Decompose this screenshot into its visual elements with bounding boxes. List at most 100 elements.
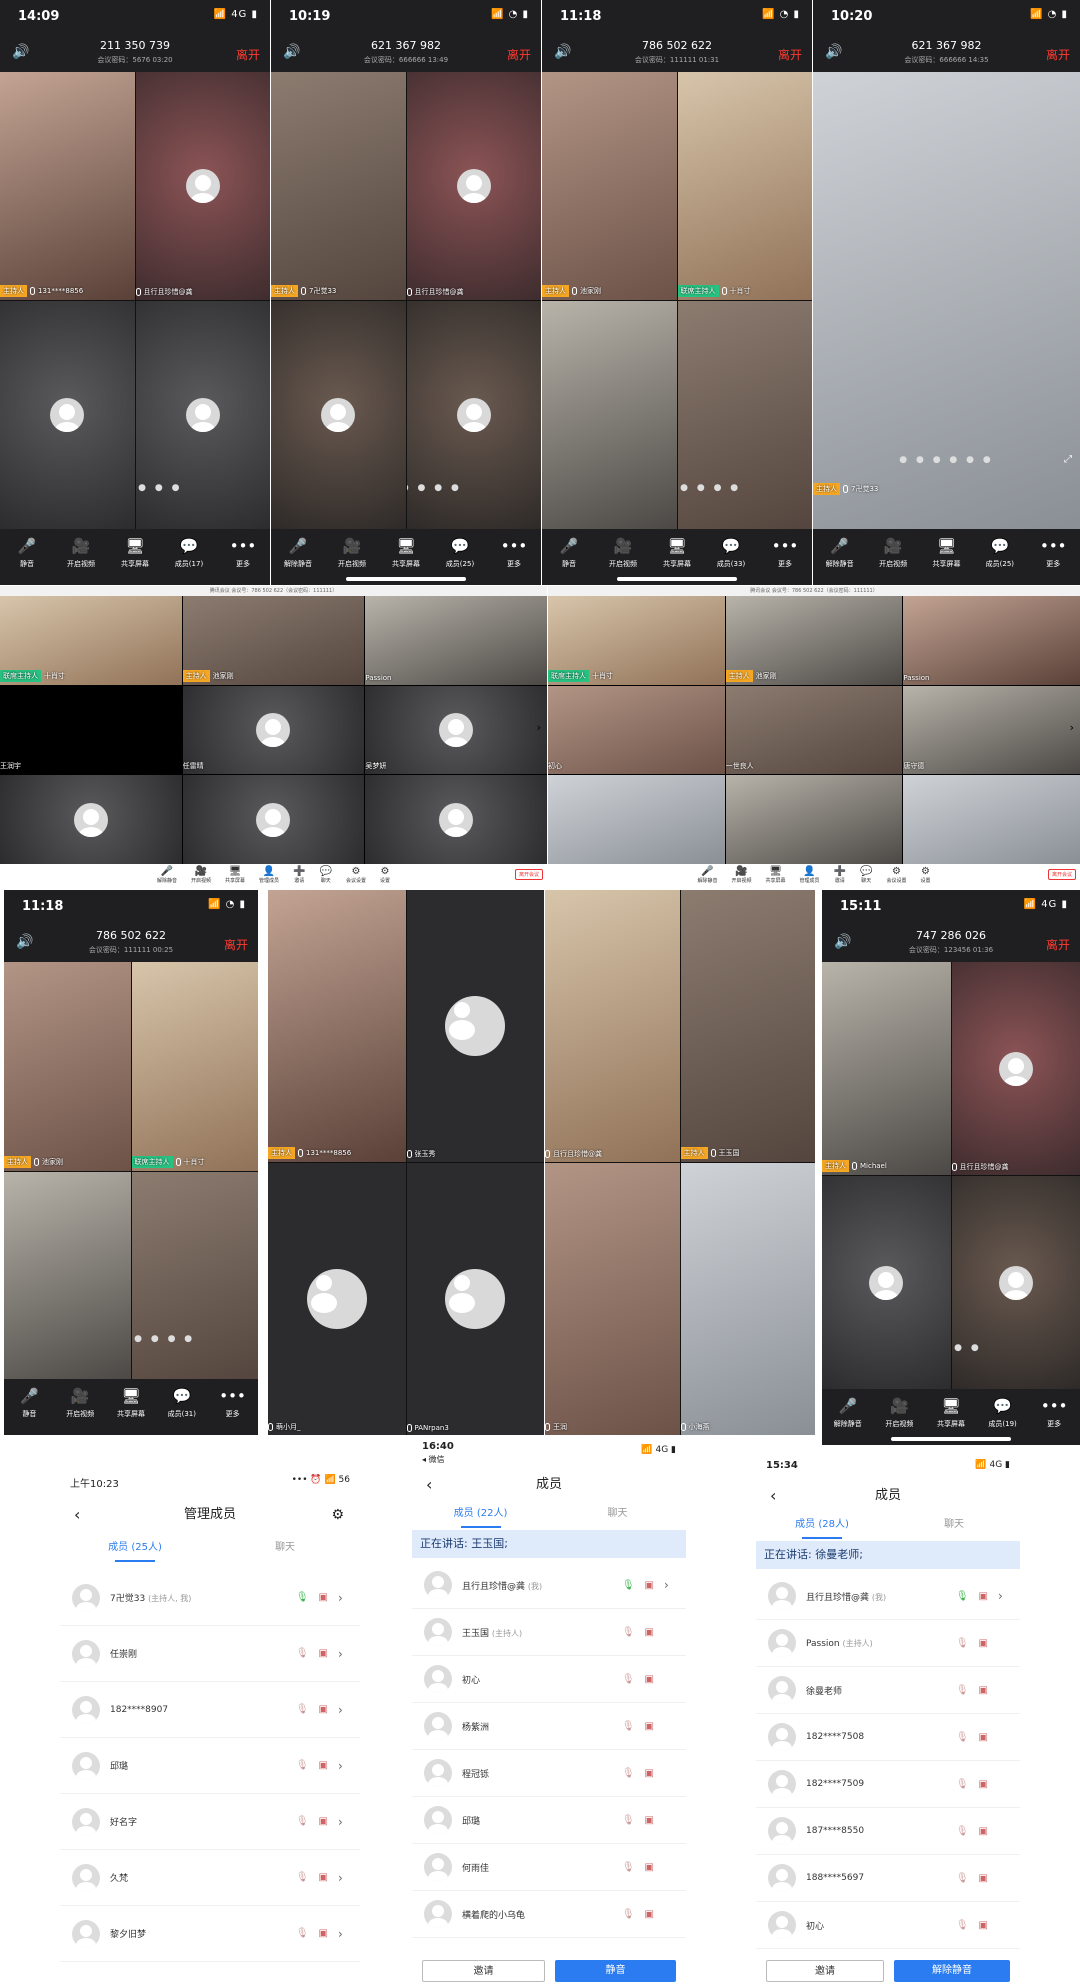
toolbar-button[interactable]: 🎥 开启视频 [871, 537, 915, 569]
member-row[interactable]: 程冠铄 🎙 ▣ [412, 1750, 686, 1797]
toolbar-button[interactable]: 🖥 共享屏幕 [384, 537, 428, 569]
video-tile[interactable]: 主持人 池家刚 [542, 72, 677, 300]
toolbar-button[interactable]: ••• 更多 [211, 1387, 255, 1419]
camera-icon[interactable]: ▣ [645, 1627, 654, 1638]
fullscreen-icon[interactable]: ⤢ [1064, 454, 1072, 465]
desktop-toolbar-button[interactable]: 🎥 开启视频 [191, 866, 211, 884]
camera-icon[interactable]: ▣ [979, 1732, 988, 1743]
mic-icon[interactable]: 🎙 [296, 1760, 309, 1771]
member-row[interactable]: 且行且珍惜@龚 (我) 🎙 ▣ › [412, 1562, 686, 1609]
tab-chat[interactable]: 聊天 [549, 1502, 686, 1528]
video-tile[interactable]: 且行且珍惜@龚 [545, 890, 680, 1162]
video-tile[interactable]: 主持人 池家刚 [725, 596, 903, 685]
member-row[interactable]: 好名字 🎙 ▣ › [60, 1794, 360, 1850]
video-tile[interactable]: 主持人 7卍觉33 [271, 72, 406, 300]
camera-icon[interactable]: ▣ [645, 1862, 654, 1873]
page-dots[interactable]: ● ● ● ● ● ● [813, 455, 1080, 465]
desktop-toolbar-button[interactable]: ➕ 邀请 [834, 866, 846, 884]
video-tile[interactable] [542, 301, 677, 529]
member-row[interactable]: 何雨佳 🎙 ▣ [412, 1844, 686, 1891]
toolbar-button[interactable]: 💬 成员(25) [438, 537, 482, 569]
chevron-right-icon[interactable]: › [338, 1703, 346, 1717]
video-tile[interactable]: 萌小月_ [268, 1163, 406, 1435]
video-tile[interactable]: 主持人 131****8856 [0, 72, 135, 300]
video-tile[interactable] [365, 775, 547, 864]
member-row[interactable]: 188****5697 🎙 ▣ [756, 1855, 1020, 1902]
leave-button[interactable]: 离开 [507, 46, 531, 63]
toolbar-button[interactable]: 🎥 开启视频 [59, 537, 103, 569]
video-tile[interactable]: Passion [903, 596, 1080, 685]
mic-icon[interactable]: 🎙 [296, 1592, 309, 1603]
page-dots[interactable]: ● ● ● ● ● ● [136, 483, 271, 493]
desktop-toolbar-button[interactable]: 🖥 共享屏幕 [225, 866, 245, 884]
toolbar-button[interactable]: 🎤 静音 [7, 1387, 51, 1419]
chevron-right-icon[interactable]: › [338, 1815, 346, 1829]
chevron-right-icon[interactable]: › [338, 1591, 346, 1605]
camera-icon[interactable]: ▣ [319, 1592, 328, 1603]
camera-icon[interactable]: ▣ [979, 1873, 988, 1884]
video-tile[interactable]: ● ● ● ● ● ● [135, 301, 271, 529]
video-tile[interactable] [271, 301, 406, 529]
video-tile[interactable]: ● ● ● ● ● ● ● ● [131, 1171, 259, 1380]
leave-button[interactable]: 离开 [1046, 46, 1070, 63]
toolbar-button[interactable]: ••• 更多 [492, 537, 536, 569]
member-row[interactable]: 王玉国 (主持人) 🎙 ▣ [412, 1609, 686, 1656]
home-indicator[interactable] [346, 577, 466, 581]
mic-icon[interactable]: 🎙 [296, 1816, 309, 1827]
toolbar-button[interactable]: 🎤 静音 [5, 537, 49, 569]
camera-icon[interactable]: ▣ [319, 1760, 328, 1771]
member-row[interactable]: 徐曼老师 🎙 ▣ [756, 1667, 1020, 1714]
back-icon[interactable]: ‹ [426, 1470, 432, 1500]
camera-icon[interactable]: ▣ [645, 1909, 654, 1920]
gear-icon[interactable]: ⚙ [331, 1500, 344, 1530]
tab-chat[interactable]: 聊天 [210, 1536, 360, 1562]
video-tile[interactable]: 唐守德 › [903, 685, 1080, 775]
member-row[interactable]: 182****7508 🎙 ▣ [756, 1714, 1020, 1761]
video-tile[interactable]: 主持人 Michael [822, 962, 951, 1175]
leave-meeting-button[interactable]: 离开会议 [514, 869, 543, 880]
mic-icon[interactable]: 🎙 [296, 1704, 309, 1715]
video-tile[interactable]: 联席主持人 十肖寸 [548, 596, 725, 685]
camera-icon[interactable]: ▣ [319, 1704, 328, 1715]
toolbar-button[interactable]: ••• 更多 [763, 537, 807, 569]
page-dots[interactable]: ● ● ● ● [952, 1343, 1080, 1353]
mic-icon[interactable]: 🎙 [956, 1591, 969, 1602]
mic-icon[interactable]: 🎙 [622, 1674, 635, 1685]
video-tile[interactable]: 且行且珍惜@龚 [135, 72, 270, 300]
desktop-toolbar-button[interactable]: 🎥 开启视频 [732, 866, 752, 884]
toolbar-button[interactable]: 🖥 共享屏幕 [655, 537, 699, 569]
desktop-toolbar-button[interactable]: ➕ 邀请 [293, 866, 305, 884]
member-row[interactable]: 初心 🎙 ▣ [412, 1656, 686, 1703]
video-tile[interactable]: 张玉秀 [406, 890, 544, 1162]
toolbar-button[interactable]: ••• 更多 [221, 537, 265, 569]
chevron-right-icon[interactable]: › [338, 1927, 346, 1941]
toolbar-button[interactable]: 💬 成员(31) [160, 1387, 204, 1419]
mic-icon[interactable]: 🎙 [622, 1815, 635, 1826]
toolbar-button[interactable]: 🖥 共享屏幕 [929, 1397, 973, 1429]
video-tile[interactable] [548, 775, 725, 864]
home-indicator[interactable] [617, 577, 737, 581]
mic-icon[interactable]: 🎙 [956, 1638, 969, 1649]
video-tile[interactable]: 联席主持人 十肖寸 [677, 72, 812, 300]
toolbar-button[interactable]: 🎤 解除静音 [826, 1397, 870, 1429]
home-indicator[interactable] [891, 1437, 1011, 1441]
member-row[interactable]: 横着爬的小乌龟 🎙 ▣ [412, 1891, 686, 1938]
tab-members[interactable]: 成员 (25人) [60, 1536, 210, 1562]
member-row[interactable]: 邱璐 🎙 ▣ [412, 1797, 686, 1844]
member-row[interactable]: 182****7509 🎙 ▣ [756, 1761, 1020, 1808]
toolbar-button[interactable]: 🎥 开启视频 [330, 537, 374, 569]
camera-icon[interactable]: ▣ [979, 1920, 988, 1931]
video-tile[interactable]: 联席主持人 十肖寸 [131, 962, 258, 1171]
mute-all-button[interactable]: 静音 [555, 1960, 676, 1982]
video-tile[interactable]: Passion [365, 596, 547, 685]
leave-button[interactable]: 离开 [1046, 936, 1070, 953]
page-dots[interactable]: ● ● ● ● ● ● ● ● [132, 1334, 259, 1344]
video-tile[interactable] [0, 301, 135, 529]
desktop-toolbar-button[interactable]: 💬 聊天 [860, 866, 872, 884]
toolbar-button[interactable]: 💬 成员(25) [978, 537, 1022, 569]
video-tile[interactable] [182, 775, 365, 864]
video-tile[interactable]: 主持人 池家刚 [4, 962, 131, 1171]
video-tile[interactable]: 且行且珍惜@龚 [951, 962, 1080, 1175]
toolbar-button[interactable]: 💬 成员(33) [709, 537, 753, 569]
page-dots[interactable]: ● ● ● ● ● ● ● [407, 483, 542, 493]
